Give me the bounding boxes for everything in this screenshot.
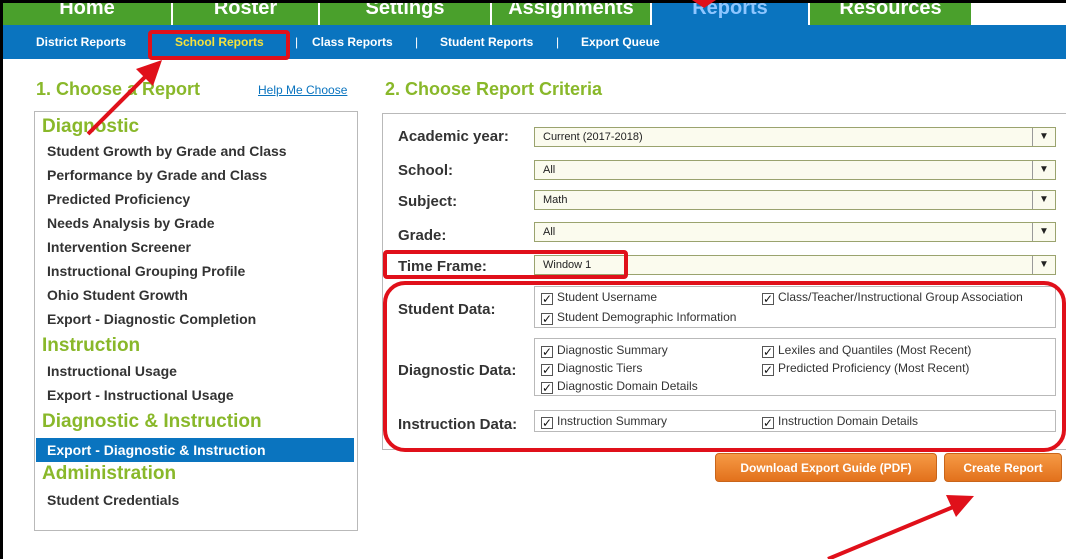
tab-assignments[interactable]: Assignments — [492, 3, 652, 25]
report-item[interactable]: Instructional Grouping Profile — [47, 263, 245, 279]
subnav-class-reports[interactable]: Class Reports — [312, 25, 393, 59]
tab-resources-label: Resources — [839, 3, 942, 19]
chevron-down-icon[interactable]: ▼ — [1032, 128, 1055, 146]
chevron-down-icon[interactable]: ▼ — [1032, 256, 1055, 274]
academic-year-label: Academic year: — [398, 128, 509, 145]
report-item[interactable]: Performance by Grade and Class — [47, 167, 267, 183]
report-item[interactable]: Student Growth by Grade and Class — [47, 143, 287, 159]
highlight-data-options — [383, 281, 1066, 452]
top-nav: Home Roster Settings Assignments Reports… — [3, 3, 1066, 25]
create-report-button[interactable]: Create Report — [944, 453, 1062, 482]
highlight-time-frame — [383, 250, 628, 279]
tab-reports[interactable]: Reports — [652, 3, 810, 25]
school-select[interactable]: All ▼ — [534, 160, 1056, 180]
report-item[interactable]: Predicted Proficiency — [47, 191, 190, 207]
report-item[interactable]: Ohio Student Growth — [47, 287, 188, 303]
tab-home-label: Home — [59, 3, 115, 19]
subnav-separator: | — [295, 35, 299, 49]
chevron-down-icon[interactable]: ▼ — [1032, 223, 1055, 241]
download-export-guide-button[interactable]: Download Export Guide (PDF) — [715, 453, 937, 482]
subject-select[interactable]: Math ▼ — [534, 190, 1056, 210]
grade-label: Grade: — [398, 227, 447, 244]
arrow-to-create-report — [827, 495, 974, 559]
report-item[interactable]: Instructional Usage — [47, 363, 177, 379]
grade-select[interactable]: All ▼ — [534, 222, 1056, 242]
chevron-down-icon[interactable]: ▼ — [1032, 191, 1055, 209]
subnav-student-reports[interactable]: Student Reports — [440, 25, 533, 59]
report-item-selected[interactable]: Export - Diagnostic & Instruction — [36, 438, 354, 462]
tab-settings-label: Settings — [365, 3, 445, 19]
tab-home[interactable]: Home — [3, 3, 173, 25]
report-list: Diagnostic Student Growth by Grade and C… — [34, 111, 358, 531]
choose-report-heading: 1. Choose a Report — [36, 79, 201, 99]
academic-year-value: Current (2017-2018) — [543, 131, 643, 143]
help-me-choose-link[interactable]: Help Me Choose — [258, 83, 347, 97]
category-administration: Administration — [42, 463, 177, 484]
category-diagnostic-instruction: Diagnostic & Instruction — [42, 411, 262, 432]
school-value: All — [543, 164, 556, 176]
report-item[interactable]: Export - Diagnostic Completion — [47, 311, 256, 327]
report-item[interactable]: Student Credentials — [47, 492, 179, 508]
subject-value: Math — [543, 194, 568, 206]
subnav-export-queue[interactable]: Export Queue — [581, 25, 660, 59]
screenshot-border-left — [0, 0, 3, 559]
subnav-separator: | — [556, 35, 560, 49]
grade-value: All — [543, 226, 556, 238]
tab-roster[interactable]: Roster — [173, 3, 320, 25]
subnav-separator: | — [415, 35, 419, 49]
report-item[interactable]: Intervention Screener — [47, 239, 191, 255]
category-instruction: Instruction — [42, 335, 141, 356]
academic-year-select[interactable]: Current (2017-2018) ▼ — [534, 127, 1056, 147]
category-diagnostic: Diagnostic — [42, 116, 140, 137]
choose-criteria-heading: 2. Choose Report Criteria — [385, 79, 603, 99]
subnav-district-reports[interactable]: District Reports — [36, 25, 126, 59]
school-label: School: — [398, 162, 453, 179]
tab-roster-label: Roster — [213, 3, 278, 19]
report-item[interactable]: Needs Analysis by Grade — [47, 215, 215, 231]
report-item[interactable]: Export - Instructional Usage — [47, 387, 234, 403]
highlight-school-reports — [148, 30, 290, 60]
subject-label: Subject: — [398, 193, 458, 210]
chevron-down-icon[interactable]: ▼ — [1032, 161, 1055, 179]
tab-reports-label: Reports — [692, 3, 768, 19]
tab-resources[interactable]: Resources — [810, 3, 973, 25]
tab-settings[interactable]: Settings — [320, 3, 492, 25]
tab-assignments-label: Assignments — [508, 3, 634, 19]
